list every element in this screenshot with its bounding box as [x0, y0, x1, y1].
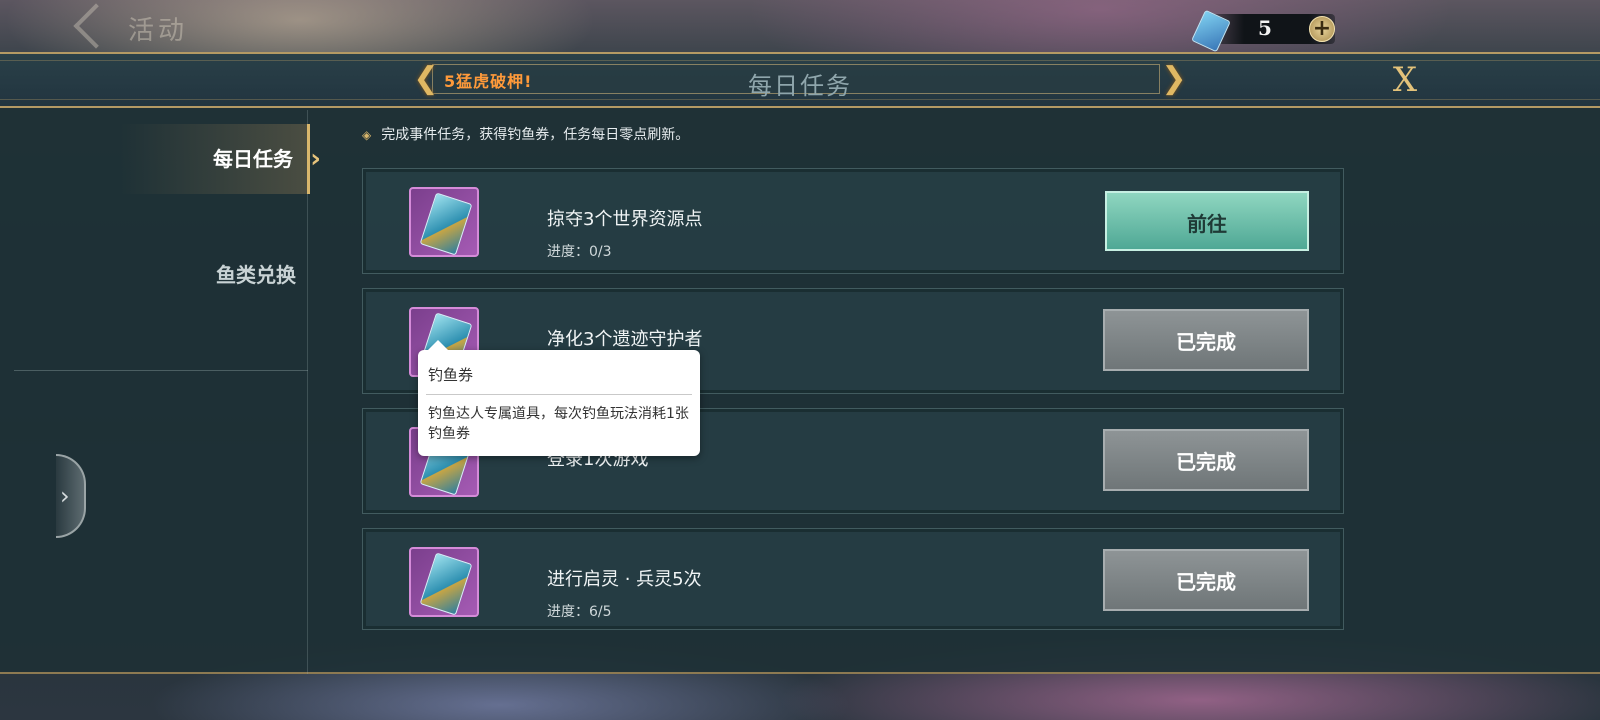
- completed-button[interactable]: 已完成: [1103, 429, 1309, 491]
- task-name: 进行启灵 · 兵灵5次: [547, 569, 702, 590]
- tooltip-divider: [426, 394, 692, 395]
- marquee-right-arrow-icon: ❯: [1161, 61, 1187, 96]
- marquee-left-arrow-icon: ❮: [413, 61, 439, 96]
- active-tab-chevron-icon: ›: [310, 144, 321, 174]
- completed-button[interactable]: 已完成: [1103, 549, 1309, 611]
- currency-display: 5 +: [1191, 9, 1335, 53]
- fishing-ticket-reward-icon[interactable]: [409, 187, 479, 257]
- marquee-text: 5猛虎破柙!: [444, 72, 533, 91]
- close-button[interactable]: X: [1385, 60, 1425, 100]
- tab-fish-exchange-label: 鱼类兑换: [216, 263, 296, 287]
- fishing-ticket-reward-icon[interactable]: [409, 547, 479, 617]
- panel-header: ❮ ❯ 5猛虎破柙! 每日任务 X: [0, 54, 1600, 108]
- diamond-bullet-icon: ◈: [362, 128, 372, 142]
- task-progress: 进度：6/5: [547, 604, 612, 620]
- task-progress: 进度：0/3: [547, 244, 612, 260]
- tooltip-title: 钓鱼券: [428, 366, 474, 384]
- tab-fish-exchange[interactable]: 鱼类兑换: [120, 240, 310, 310]
- back-button[interactable]: 活动: [70, 2, 210, 50]
- go-button[interactable]: 前往: [1105, 191, 1309, 251]
- sidebar: 每日任务 › 鱼类兑换: [0, 110, 321, 674]
- event-panel: ❮ ❯ 5猛虎破柙! 每日任务 X 每日任务 › 鱼类兑换 › ◈ 完成事件任务，…: [0, 52, 1600, 674]
- tooltip-body: 钓鱼达人专属道具，每次钓鱼玩法消耗1张钓鱼券: [428, 406, 689, 442]
- back-label: 活动: [128, 16, 189, 46]
- sidebar-divider: [14, 370, 308, 371]
- task-description: ◈ 完成事件任务，获得钓鱼券，任务每日零点刷新。: [362, 124, 689, 144]
- back-arrow-icon: [73, 3, 119, 49]
- currency-amount: 5: [1258, 16, 1272, 40]
- tab-daily-tasks-label: 每日任务: [213, 147, 293, 171]
- task-name: 净化3个遗迹守护者: [547, 329, 703, 350]
- description-text: 完成事件任务，获得钓鱼券，任务每日零点刷新。: [381, 127, 690, 143]
- tab-daily-tasks[interactable]: 每日任务 ›: [120, 124, 321, 194]
- item-tooltip: 钓鱼券 钓鱼达人专属道具，每次钓鱼玩法消耗1张钓鱼券: [418, 340, 700, 456]
- completed-button[interactable]: 已完成: [1103, 309, 1309, 371]
- add-currency-button[interactable]: +: [1309, 16, 1335, 42]
- task-name: 掠夺3个世界资源点: [547, 209, 703, 230]
- chevron-right-icon: ›: [60, 482, 70, 510]
- ticket-icon: [419, 192, 473, 256]
- task-row: 进行启灵 · 兵灵5次 进度：6/5 已完成: [362, 528, 1344, 630]
- page-title: 每日任务: [748, 72, 852, 100]
- task-row: 掠夺3个世界资源点 进度：0/3 前往: [362, 168, 1344, 274]
- ticket-icon: [419, 552, 473, 616]
